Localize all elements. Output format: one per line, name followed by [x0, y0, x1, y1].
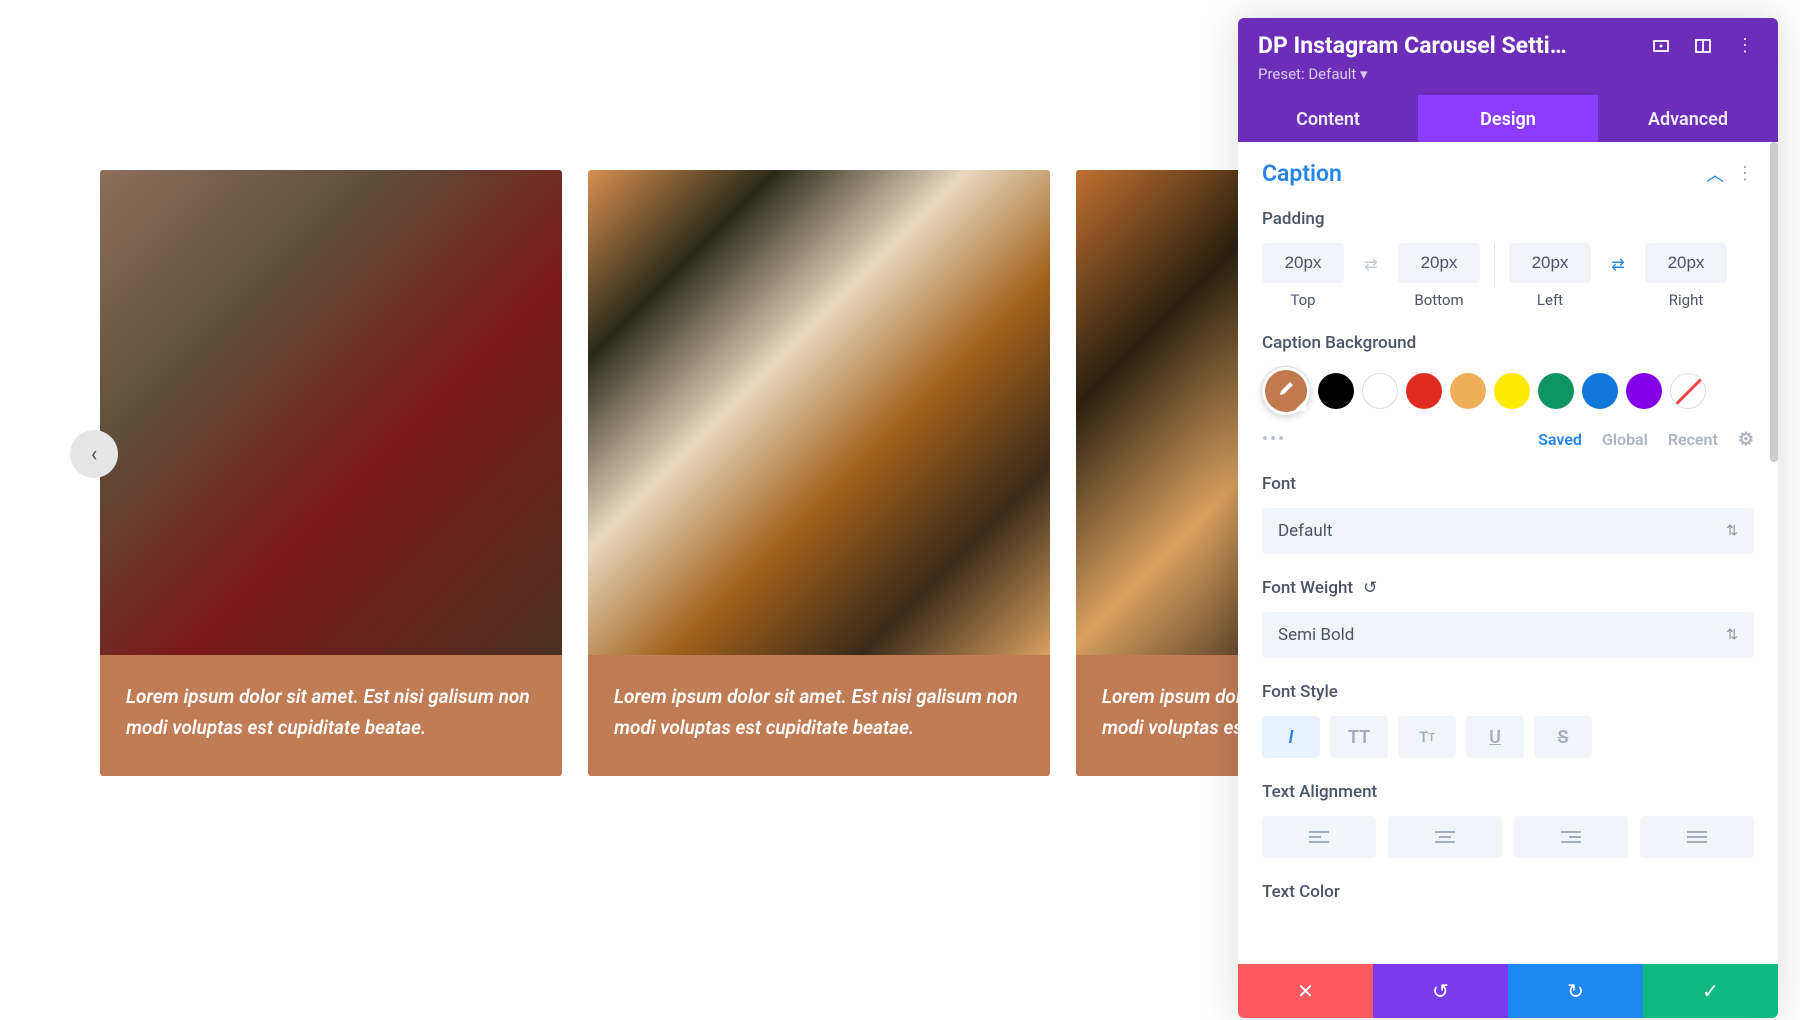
carousel-prev-button[interactable]: ‹ [70, 430, 118, 478]
padding-left-input[interactable] [1509, 243, 1591, 283]
cancel-button[interactable]: ✕ [1238, 964, 1373, 1018]
color-swatch-white[interactable] [1362, 373, 1398, 409]
panel-title: DP Instagram Carousel Setti… [1258, 32, 1632, 59]
padding-left-label: Left [1537, 291, 1563, 309]
style-strikethrough-button[interactable]: S [1534, 716, 1592, 758]
caption-bg-label: Caption Background [1262, 333, 1754, 353]
padding-bottom-input[interactable] [1398, 243, 1480, 283]
color-swatch-orange[interactable] [1450, 373, 1486, 409]
section-header: Caption ︿ ⋮ [1262, 160, 1754, 187]
chevron-left-icon: ‹ [91, 442, 98, 467]
padding-top-input[interactable] [1262, 243, 1344, 283]
padding-controls: Top ⇄ Bottom Left ⇄ Right [1262, 243, 1754, 309]
color-picker-button[interactable] [1262, 367, 1310, 415]
color-swatch-red[interactable] [1406, 373, 1442, 409]
style-uppercase-button[interactable]: TT [1330, 716, 1388, 758]
panel-header: DP Instagram Carousel Setti… ⋮ Preset: D… [1238, 18, 1778, 95]
color-swatch-none[interactable] [1670, 373, 1706, 409]
font-weight-select[interactable]: Semi Bold ⇅ [1262, 612, 1754, 658]
tab-advanced[interactable]: Advanced [1598, 95, 1778, 142]
style-underline-button[interactable]: U [1466, 716, 1524, 758]
preset-selector[interactable]: Preset: Default ▾ [1258, 65, 1758, 83]
redo-button[interactable]: ↻ [1508, 964, 1643, 1018]
tab-content[interactable]: Content [1238, 95, 1418, 142]
padding-right-input[interactable] [1645, 243, 1727, 283]
color-swatch-purple[interactable] [1626, 373, 1662, 409]
more-icon[interactable]: ⋮ [1732, 33, 1758, 59]
color-swatch-black[interactable] [1318, 373, 1354, 409]
save-button[interactable]: ✓ [1643, 964, 1778, 1018]
text-align-buttons [1262, 816, 1754, 858]
align-center-button[interactable] [1388, 816, 1502, 858]
card-image [588, 170, 1050, 655]
panel-tabs: Content Design Advanced [1238, 95, 1778, 142]
text-alignment-label: Text Alignment [1262, 782, 1754, 802]
palette-more-icon[interactable]: ••• [1262, 429, 1286, 450]
padding-top-label: Top [1290, 291, 1315, 309]
font-value: Default [1278, 521, 1332, 541]
color-swatch-blue[interactable] [1582, 373, 1618, 409]
padding-right-label: Right [1669, 291, 1703, 309]
align-justify-button[interactable] [1640, 816, 1754, 858]
carousel-card: Lorem ipsum dolor sit amet. Est nisi gal… [588, 170, 1050, 776]
font-style-label: Font Style [1262, 682, 1754, 702]
divider [1494, 243, 1495, 287]
settings-panel: DP Instagram Carousel Setti… ⋮ Preset: D… [1238, 18, 1778, 1018]
panel-body: Caption ︿ ⋮ Padding Top ⇄ Bottom Left ⇄ [1238, 142, 1778, 964]
palette-settings-icon[interactable]: ⚙ [1738, 429, 1754, 450]
style-italic-button[interactable]: I [1262, 716, 1320, 758]
font-weight-value: Semi Bold [1278, 625, 1354, 645]
align-right-button[interactable] [1514, 816, 1628, 858]
collapse-icon[interactable]: ︿ [1706, 161, 1724, 187]
align-left-button[interactable] [1262, 816, 1376, 858]
expand-icon[interactable] [1648, 33, 1674, 59]
font-style-buttons: I TT TT U S [1262, 716, 1754, 758]
font-label: Font [1262, 474, 1754, 494]
color-swatches [1262, 367, 1754, 415]
chevron-updown-icon: ⇅ [1726, 627, 1738, 643]
palette-tabs-row: ••• Saved Global Recent ⚙ [1262, 429, 1754, 450]
color-swatch-teal[interactable] [1538, 373, 1574, 409]
card-caption: Lorem ipsum dolor sit amet. Est nisi gal… [588, 655, 1050, 776]
card-image [100, 170, 562, 655]
reset-icon[interactable]: ↺ [1363, 578, 1377, 598]
palette-tab-saved[interactable]: Saved [1538, 430, 1582, 449]
panel-title-row: DP Instagram Carousel Setti… ⋮ [1258, 32, 1758, 59]
color-swatch-yellow[interactable] [1494, 373, 1530, 409]
style-smallcaps-button[interactable]: TT [1398, 716, 1456, 758]
scrollbar[interactable] [1770, 142, 1778, 462]
padding-bottom-label: Bottom [1414, 291, 1463, 309]
link-horizontal-icon[interactable]: ⇄ [1605, 251, 1631, 277]
chevron-updown-icon: ⇅ [1726, 523, 1738, 539]
layout-icon[interactable] [1690, 33, 1716, 59]
eyedropper-icon [1276, 379, 1296, 404]
text-color-label: Text Color [1262, 882, 1754, 902]
palette-tab-recent[interactable]: Recent [1668, 430, 1718, 449]
font-weight-label: Font Weight ↺ [1262, 578, 1754, 598]
padding-label: Padding [1262, 209, 1754, 229]
panel-footer: ✕ ↺ ↻ ✓ [1238, 964, 1778, 1018]
font-select[interactable]: Default ⇅ [1262, 508, 1754, 554]
palette-tab-global[interactable]: Global [1602, 430, 1648, 449]
section-title: Caption [1262, 160, 1342, 187]
section-more-icon[interactable]: ⋮ [1736, 163, 1754, 184]
link-vertical-icon[interactable]: ⇄ [1358, 251, 1384, 277]
tab-design[interactable]: Design [1418, 95, 1598, 142]
card-caption: Lorem ipsum dolor sit amet. Est nisi gal… [100, 655, 562, 776]
undo-button[interactable]: ↺ [1373, 964, 1508, 1018]
carousel-card: Lorem ipsum dolor sit amet. Est nisi gal… [100, 170, 562, 776]
